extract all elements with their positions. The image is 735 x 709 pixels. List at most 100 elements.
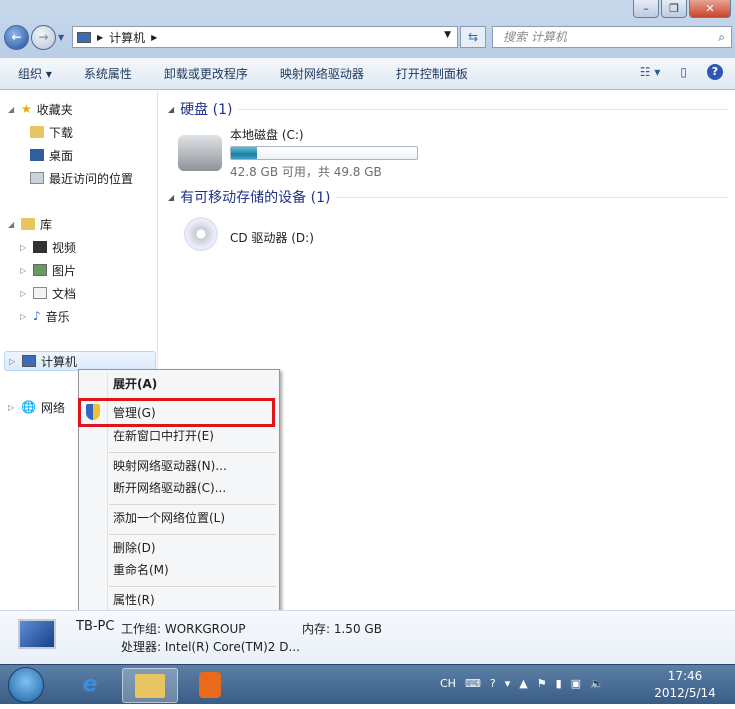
documents-icon — [33, 287, 47, 299]
c-drive-name: 本地磁盘 (C:) — [230, 128, 304, 142]
refresh-button[interactable]: ⇆ — [460, 26, 486, 48]
view-options-icon[interactable]: ☷ ▾ — [640, 65, 661, 79]
help-tray-icon[interactable]: ? — [490, 677, 496, 690]
library-icon — [21, 218, 35, 230]
computer-large-icon — [18, 619, 56, 649]
label: 最近访问的位置 — [49, 171, 134, 186]
manage-highlight-box — [78, 398, 275, 427]
processor: 处理器: Intel(R) Core(TM)2 D... — [121, 640, 300, 654]
menu-item-delete[interactable]: 删除(D) — [113, 538, 156, 558]
title-bar: – ❐ ✕ ← → ▼ ▶ 计算机 ▶ ▼ ⇆ 搜索 计算机 ⌕ — [0, 0, 735, 58]
sidebar-network[interactable]: ▷ 🌐 网络 — [8, 397, 65, 417]
breadcrumb-arrow-icon[interactable]: ▶ — [97, 33, 103, 42]
group-header-hard-disks[interactable]: ◢ 硬盘 (1) — [168, 99, 728, 119]
d-drive-item[interactable]: CD 驱动器 (D:) — [230, 229, 314, 246]
desktop-icon — [30, 149, 44, 161]
uninstall-button[interactable]: 卸载或更改程序 — [146, 65, 262, 82]
sidebar-computer[interactable]: ▷ 计算机 — [4, 351, 156, 371]
music-icon: ♪ — [33, 309, 41, 323]
group-header-removable[interactable]: ◢ 有可移动存储的设备 (1) — [168, 187, 728, 207]
downloads-folder-icon — [30, 126, 44, 138]
network-tray-icon[interactable]: ▣ — [571, 677, 581, 690]
menu-item-properties[interactable]: 属性(R) — [113, 590, 155, 610]
sidebar-libraries[interactable]: ◢ 库 — [8, 214, 52, 234]
window-controls: – ❐ ✕ — [633, 0, 731, 18]
c-drive-free-space: 42.8 GB 可用，共 49.8 GB — [230, 165, 382, 179]
keyboard-icon[interactable]: ⌨ — [465, 677, 481, 690]
search-input[interactable]: 搜索 计算机 ⌕ — [492, 26, 732, 48]
history-dropdown-icon[interactable]: ▼ — [58, 33, 64, 42]
menu-item-disconnect-drive[interactable]: 断开网络驱动器(C)... — [113, 478, 226, 498]
organize-button[interactable]: 组织 ▾ — [0, 65, 66, 82]
label: 库 — [40, 217, 53, 232]
c-drive-usage-bar — [230, 146, 418, 160]
c-drive-usage-fill — [231, 147, 258, 159]
address-bar[interactable]: ▶ 计算机 ▶ ▼ — [72, 26, 458, 48]
workgroup: 工作组: WORKGROUP — [121, 622, 246, 636]
sidebar-videos[interactable]: ▷ 视频 — [20, 237, 76, 257]
back-button[interactable]: ← — [4, 25, 29, 50]
computer-icon — [77, 31, 91, 43]
date: 2012/5/14 — [654, 686, 716, 700]
search-icon[interactable]: ⌕ — [718, 27, 725, 47]
memory: 内存: 1.50 GB — [302, 622, 382, 636]
taskbar: e CH ⌨ ? ▾ ▲ ⚑ ▮ ▣ 🔈 17:46 2012/5/14 — [0, 664, 735, 704]
star-icon: ★ — [21, 102, 32, 116]
help-icon[interactable]: ? — [707, 64, 723, 80]
start-button[interactable] — [8, 667, 44, 703]
explorer-taskbar-button[interactable] — [122, 668, 178, 703]
sidebar-favorites[interactable]: ◢ ★ 收藏夹 — [8, 99, 73, 119]
language-indicator[interactable]: CH — [440, 677, 456, 690]
system-tray: CH ⌨ ? ▾ ▲ ⚑ ▮ ▣ 🔈 — [440, 677, 604, 690]
command-bar: 组织 ▾ 系统属性 卸载或更改程序 映射网络驱动器 打开控制面板 ☷ ▾ ▯ ? — [0, 58, 735, 90]
volume-icon[interactable]: 🔈 — [590, 677, 604, 690]
menu-item-add-network-location[interactable]: 添加一个网络位置(L) — [113, 508, 225, 528]
minimize-button[interactable]: – — [633, 0, 659, 18]
label: 下载 — [49, 125, 74, 140]
maximize-button[interactable]: ❐ — [661, 0, 687, 18]
power-icon[interactable]: ▮ — [556, 677, 562, 690]
sidebar-pictures[interactable]: ▷ 图片 — [20, 260, 76, 280]
menu-item-open-new-window[interactable]: 在新窗口中打开(E) — [113, 426, 214, 446]
time: 17:46 — [667, 669, 703, 683]
show-hidden-icons-icon[interactable]: ▲ — [519, 677, 527, 690]
sidebar-recent[interactable]: 最近访问的位置 — [30, 168, 133, 188]
forward-button[interactable]: → — [31, 25, 56, 50]
breadcrumb-computer[interactable]: 计算机 — [109, 29, 145, 46]
recent-places-icon — [30, 172, 44, 184]
close-button[interactable]: ✕ — [689, 0, 731, 18]
label: 视频 — [52, 240, 77, 255]
sidebar-music[interactable]: ▷ ♪ 音乐 — [20, 306, 70, 326]
computer-icon — [22, 355, 36, 367]
d-drive-name: CD 驱动器 (D:) — [230, 231, 314, 245]
address-dropdown-icon[interactable]: ▼ — [444, 30, 451, 40]
search-placeholder: 搜索 计算机 — [503, 30, 567, 44]
media-player-icon[interactable] — [182, 668, 238, 703]
hard-drive-icon — [178, 135, 222, 171]
network-icon: 🌐 — [21, 400, 36, 414]
details-pane: TB-PC 工作组: WORKGROUP 内存: 1.50 GB 处理器: In… — [0, 610, 735, 664]
action-center-flag-icon[interactable]: ⚑ — [537, 677, 547, 690]
menu-item-expand[interactable]: 展开(A) — [113, 374, 157, 394]
control-panel-button[interactable]: 打开控制面板 — [378, 65, 482, 82]
video-icon — [33, 241, 47, 253]
label: 桌面 — [49, 148, 74, 163]
label: 音乐 — [45, 309, 70, 324]
clock[interactable]: 17:46 2012/5/14 — [650, 668, 720, 702]
computer-name: TB-PC — [76, 619, 115, 634]
menu-item-rename[interactable]: 重命名(M) — [113, 560, 169, 580]
c-drive-item[interactable]: 本地磁盘 (C:) 42.8 GB 可用，共 49.8 GB — [230, 126, 418, 180]
sidebar-downloads[interactable]: 下载 — [30, 122, 73, 142]
preview-pane-icon[interactable]: ▯ — [680, 65, 687, 79]
internet-explorer-icon[interactable]: e — [62, 668, 118, 703]
label: 计算机 — [41, 354, 78, 369]
ime-options-icon[interactable]: ▾ — [505, 677, 511, 690]
menu-item-map-drive[interactable]: 映射网络驱动器(N)... — [113, 456, 227, 476]
breadcrumb-arrow-icon[interactable]: ▶ — [151, 33, 157, 42]
system-properties-button[interactable]: 系统属性 — [66, 65, 146, 82]
sidebar-desktop[interactable]: 桌面 — [30, 145, 73, 165]
label: 图片 — [52, 263, 77, 278]
label: 有可移动存储的设备 (1) — [180, 190, 331, 206]
map-drive-button[interactable]: 映射网络驱动器 — [262, 65, 378, 82]
sidebar-documents[interactable]: ▷ 文档 — [20, 283, 76, 303]
